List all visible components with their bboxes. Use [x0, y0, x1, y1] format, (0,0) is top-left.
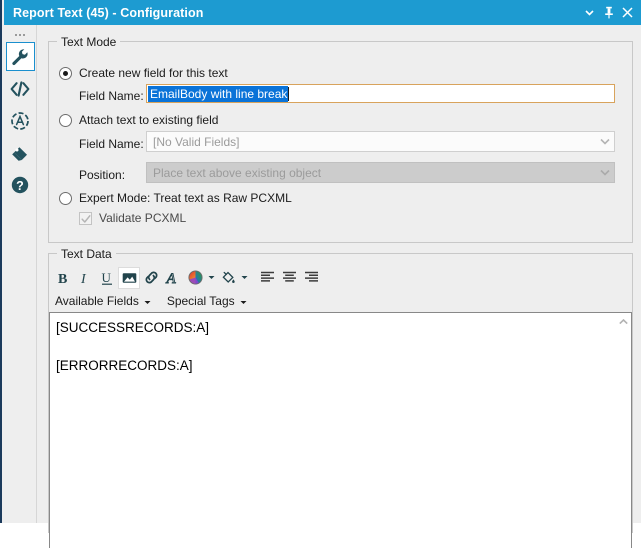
editor-line: [ERRORRECORDS:A] — [56, 358, 193, 373]
text-mode-legend: Text Mode — [57, 35, 121, 49]
sidebar-item-xml-view[interactable] — [6, 74, 35, 103]
font-button[interactable]: A — [162, 267, 184, 289]
svg-text:U: U — [102, 270, 112, 285]
tag-icon — [10, 143, 30, 163]
radio-attach-existing-field[interactable]: Attach text to existing field — [59, 113, 218, 127]
position-label: Position: — [79, 168, 126, 182]
text-caret — [288, 86, 290, 101]
rich-text-menubar: Available Fields Special Tags — [49, 291, 632, 311]
font-a-icon: A — [165, 270, 181, 286]
special-tags-menu[interactable]: Special Tags — [165, 293, 253, 309]
configuration-window: Report Text (45) - Configuration ? Text … — [0, 0, 641, 548]
align-right-button[interactable] — [300, 267, 322, 289]
window-titlebar: Report Text (45) - Configuration — [4, 0, 641, 25]
dropdown-button[interactable] — [581, 3, 598, 23]
wrench-icon — [10, 47, 30, 67]
scrollbar-track[interactable] — [615, 329, 631, 548]
text-data-legend: Text Data — [57, 247, 116, 261]
rail-drag-handle[interactable] — [4, 25, 36, 41]
align-right-icon — [304, 271, 319, 284]
fill-color-button[interactable] — [217, 267, 250, 289]
attach-field-name-label: Field Name: — [79, 137, 144, 151]
scroll-up-button[interactable] — [615, 313, 631, 329]
tool-rail: ? — [4, 25, 37, 523]
insert-image-button[interactable] — [118, 266, 140, 289]
radio-expert-mode-indicator — [59, 191, 72, 205]
svg-text:?: ? — [16, 178, 24, 192]
radio-attach-existing-field-indicator — [59, 113, 72, 127]
chevron-down-icon — [595, 163, 614, 182]
editor-vertical-scrollbar[interactable] — [614, 313, 631, 548]
field-name-input-value: EmailBody with line break — [148, 85, 289, 102]
sidebar-item-annotation[interactable] — [6, 106, 35, 135]
pin-button[interactable] — [600, 3, 617, 23]
code-icon — [10, 80, 30, 98]
radio-expert-mode[interactable]: Expert Mode: Treat text as Raw PCXML — [59, 191, 292, 205]
available-fields-menu[interactable]: Available Fields — [53, 293, 157, 309]
rich-text-toolbar: B I U A — [49, 264, 632, 291]
sidebar-item-configuration[interactable] — [5, 42, 35, 71]
radio-create-new-field[interactable]: Create new field for this text — [59, 66, 228, 80]
chevron-down-icon — [240, 294, 247, 308]
bold-button[interactable]: B — [52, 267, 74, 289]
text-editor[interactable]: [SUCCESSRECORDS:A] [ERRORRECORDS:A] — [50, 313, 614, 548]
svg-text:I: I — [80, 272, 87, 286]
circled-a-icon — [10, 111, 30, 131]
align-center-button[interactable] — [278, 267, 300, 289]
chevron-down-icon — [144, 294, 151, 308]
svg-text:A: A — [166, 271, 177, 286]
paint-bucket-icon — [220, 270, 236, 286]
radio-create-new-field-label: Create new field for this text — [79, 66, 228, 80]
radio-create-new-field-indicator — [59, 66, 72, 80]
configuration-content: Text Mode Create new field for this text… — [38, 25, 641, 548]
radio-attach-existing-field-label: Attach text to existing field — [79, 113, 219, 127]
italic-button[interactable]: I — [74, 267, 96, 289]
existing-field-select-value: [No Valid Fields] — [153, 134, 240, 149]
chevron-down-icon[interactable] — [206, 267, 217, 289]
question-mark-icon: ? — [10, 175, 30, 195]
svg-text:B: B — [58, 272, 67, 286]
close-button[interactable] — [619, 3, 636, 23]
sidebar-item-help[interactable]: ? — [6, 170, 35, 199]
create-field-name-label: Field Name: — [79, 89, 144, 103]
editor-line — [56, 337, 608, 356]
chevron-down-icon[interactable] — [239, 267, 250, 289]
available-fields-menu-label: Available Fields — [55, 294, 139, 308]
editor-line: [SUCCESSRECORDS:A] — [56, 320, 210, 335]
window-controls — [581, 3, 641, 23]
underline-button[interactable]: U — [96, 267, 118, 289]
validate-pcxml-label: Validate PCXML — [99, 211, 187, 225]
special-tags-menu-label: Special Tags — [166, 294, 235, 308]
chevron-up-icon — [618, 314, 628, 328]
validate-pcxml-checkbox-indicator — [79, 211, 92, 225]
align-left-icon — [260, 271, 275, 284]
link-icon — [143, 270, 160, 285]
align-center-icon — [282, 271, 297, 284]
field-name-input[interactable]: EmailBody with line break — [146, 84, 615, 103]
insert-link-button[interactable] — [140, 267, 162, 289]
position-select[interactable]: Place text above existing object — [146, 162, 615, 183]
align-left-button[interactable] — [256, 267, 278, 289]
validate-pcxml-checkbox[interactable]: Validate PCXML — [79, 211, 186, 225]
text-color-button[interactable] — [184, 267, 217, 289]
sidebar-item-tag[interactable] — [6, 138, 35, 167]
text-editor-container: [SUCCESSRECORDS:A] [ERRORRECORDS:A] — [49, 312, 632, 548]
position-select-value: Place text above existing object — [153, 165, 322, 180]
window-title: Report Text (45) - Configuration — [13, 5, 204, 20]
radio-expert-mode-label: Expert Mode: Treat text as Raw PCXML — [79, 191, 292, 205]
chevron-down-icon — [595, 132, 614, 151]
image-icon — [122, 272, 137, 284]
existing-field-select[interactable]: [No Valid Fields] — [146, 131, 615, 152]
color-wheel-icon — [187, 270, 203, 285]
